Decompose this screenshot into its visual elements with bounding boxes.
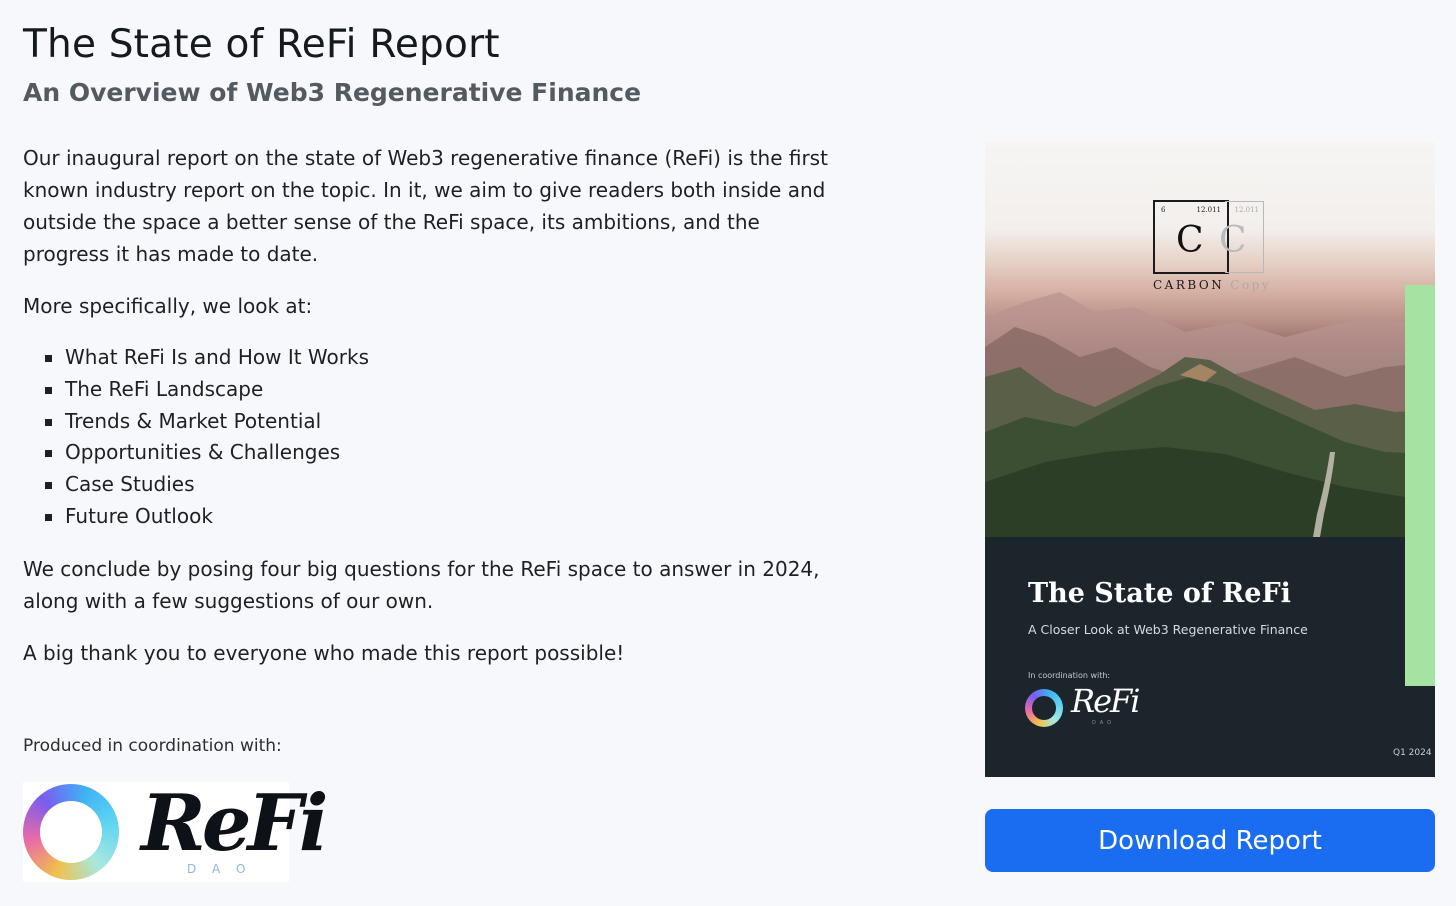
bullet-icon [45,513,52,521]
element-mass-ghost: 12.011 [1234,206,1260,214]
list-item-label: Future Outlook [65,503,213,528]
cover-dark-strip [1405,686,1435,777]
carbon-element-box: 6 12.011 C [1153,200,1229,274]
report-cover-image: 6 12.011 C 12.011 C CARBON Copy The State… [985,142,1435,777]
list-item-label: Case Studies [65,472,195,497]
element-number: 6 [1161,206,1166,214]
cover-logo-subtext: DAO [1092,720,1116,726]
element-mass: 12.011 [1196,206,1222,214]
cover-accent-bar [1405,285,1435,686]
logo-wordmark: ReFi [141,778,328,869]
coordination-label: Produced in coordination with: [23,736,282,756]
cover-date: Q1 2024 [1393,748,1432,758]
carbon-ghost-box: 12.011 C [1219,201,1264,273]
thanks-paragraph: A big thank you to everyone who made thi… [23,640,625,665]
bullet-icon [45,482,52,490]
list-item: Opportunities & Challenges [45,437,833,469]
refi-ring-icon [23,784,119,880]
list-item: Trends & Market Potential [45,406,833,438]
list-item-label: What ReFi Is and How It Works [65,345,369,369]
page-subtitle: An Overview of Web3 Regenerative Finance [23,78,642,107]
carbon-copy-wordmark: CARBON Copy [1153,278,1271,292]
bullet-icon [45,386,52,394]
cover-dark-panel [985,537,1405,777]
list-item: Future Outlook [45,501,833,533]
cover-logo-wordmark: ReFi [1071,682,1140,720]
brand-ghost: Copy [1230,278,1272,292]
element-letter-ghost: C [1219,220,1247,261]
logo-subtext: DAO [187,862,262,876]
mountain-photo: 6 12.011 C 12.011 C CARBON Copy [985,142,1435,537]
list-item: What ReFi Is and How It Works [45,342,833,374]
page-title: The State of ReFi Report [23,22,500,67]
cover-subtitle: A Closer Look at Web3 Regenerative Finan… [1028,622,1308,637]
topics-lead: More specifically, we look at: [23,294,313,318]
cover-coordination-label: In coordination with: [1028,671,1111,680]
refi-dao-logo: ReFi DAO [23,778,328,882]
topics-list: What ReFi Is and How It Works The ReFi L… [23,342,833,533]
list-item-label: Opportunities & Challenges [65,440,341,465]
list-item-label: Trends & Market Potential [65,408,322,433]
element-letter: C [1176,220,1204,261]
bullet-icon [45,355,52,362]
download-report-button[interactable]: Download Report [985,809,1435,872]
report-description: Our inaugural report on the state of Web… [23,142,833,689]
bullet-icon [45,418,52,426]
cover-refi-ring-icon [1025,689,1063,727]
conclusion-paragraph: We conclude by posing four big questions… [23,556,820,613]
cover-title: The State of ReFi [1028,578,1291,609]
list-item-label: The ReFi Landscape [65,376,264,401]
bullet-icon [45,450,52,458]
intro-paragraph: Our inaugural report on the state of Web… [23,146,828,266]
brand-main: CARBON [1153,278,1225,292]
list-item: Case Studies [45,469,833,501]
list-item: The ReFi Landscape [45,374,833,406]
